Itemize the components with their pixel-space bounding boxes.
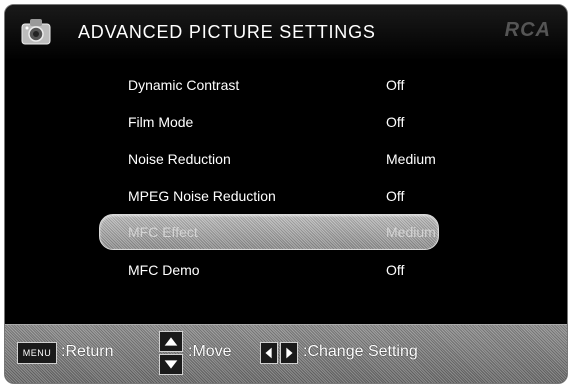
setting-row-mpeg-noise-reduction[interactable]: MPEG Noise Reduction Off xyxy=(5,179,567,215)
right-arrow-icon[interactable] xyxy=(280,342,298,364)
setting-value: Off xyxy=(386,77,405,93)
brand-logo: RCA xyxy=(504,19,551,41)
change-setting-hint: :Change Setting xyxy=(303,343,418,360)
menu-header: ADVANCED PICTURE SETTINGS RCA xyxy=(5,5,567,61)
up-arrow-icon[interactable] xyxy=(159,331,183,352)
setting-label: Dynamic Contrast xyxy=(128,77,240,93)
setting-value: Off xyxy=(386,114,405,130)
menu-title: ADVANCED PICTURE SETTINGS xyxy=(78,22,376,42)
setting-row-dynamic-contrast[interactable]: Dynamic Contrast Off xyxy=(5,68,567,104)
menu-footer: MENU :Return :Move :Change Setting xyxy=(5,324,567,383)
setting-label: Film Mode xyxy=(128,114,194,130)
setting-label: MFC Demo xyxy=(128,262,200,278)
move-hint: :Move xyxy=(188,343,232,360)
setting-label: Noise Reduction xyxy=(128,151,231,167)
settings-camera-icon xyxy=(21,19,51,45)
setting-row-mfc-demo[interactable]: MFC Demo Off xyxy=(5,253,567,289)
setting-label: MPEG Noise Reduction xyxy=(128,188,276,204)
tv-menu-screen: ADVANCED PICTURE SETTINGS RCA Dynamic Co… xyxy=(4,4,568,384)
left-arrow-icon[interactable] xyxy=(260,342,278,364)
menu-key-button[interactable]: MENU xyxy=(17,342,57,364)
setting-row-film-mode[interactable]: Film Mode Off xyxy=(5,105,567,141)
return-hint: :Return xyxy=(61,343,114,360)
setting-row-mfc-effect[interactable]: MFC Effect Medium xyxy=(5,215,567,251)
setting-value: Medium xyxy=(386,224,436,240)
down-arrow-icon[interactable] xyxy=(159,354,183,375)
setting-label: MFC Effect xyxy=(128,224,198,240)
setting-value: Medium xyxy=(386,151,436,167)
setting-value: Off xyxy=(386,262,405,278)
setting-value: Off xyxy=(386,188,405,204)
setting-row-noise-reduction[interactable]: Noise Reduction Medium xyxy=(5,142,567,178)
